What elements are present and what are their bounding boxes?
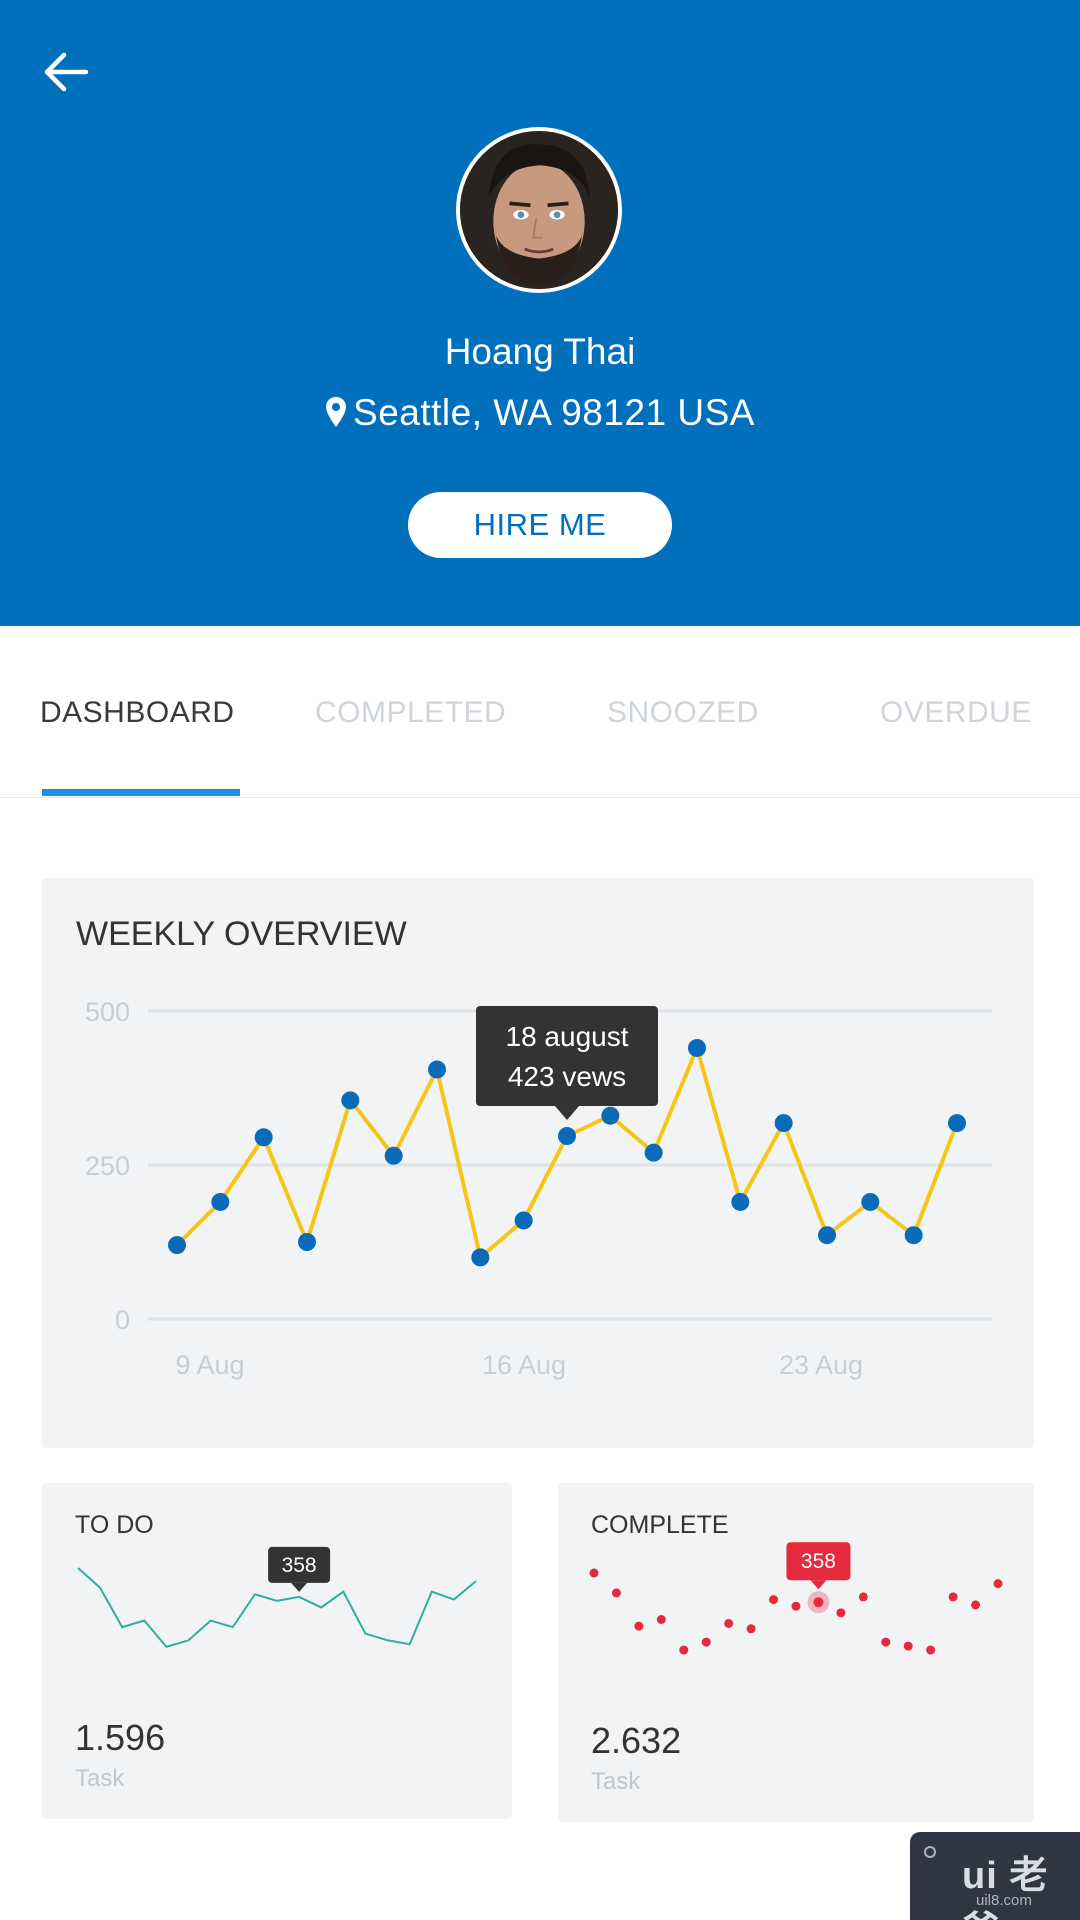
user-name: Hoang Thai [444, 331, 636, 372]
hire-me-button[interactable]: HIRE ME [408, 492, 672, 558]
data-point [514, 1211, 533, 1230]
data-point [428, 1060, 446, 1079]
x-tick-label: 16 Aug [482, 1350, 566, 1380]
tab-completed[interactable]: COMPLETED [315, 696, 506, 730]
data-point [774, 1114, 793, 1133]
tab-bar: DASHBOARD COMPLETED SNOOZED OVERDUE [0, 626, 1080, 798]
todo-tooltip-pointer [291, 1582, 308, 1592]
data-point [881, 1637, 891, 1647]
weekly-chart: 500 250 0 9 Aug 16 Aug 23 Aug 18 august 423 vew… [85, 997, 992, 1380]
todo-card: TO DO 358 1.596 Task [42, 1483, 512, 1819]
complete-tooltip-pointer [810, 1580, 827, 1590]
data-point-highlight [813, 1597, 824, 1608]
data-point [948, 1592, 958, 1602]
data-point [861, 1192, 880, 1211]
watermark-url: uil8.com [976, 1892, 1032, 1909]
complete-label: Task [591, 1768, 641, 1795]
data-point [656, 1615, 666, 1624]
data-point [858, 1592, 868, 1602]
data-point [903, 1641, 913, 1651]
data-point [254, 1128, 273, 1147]
data-point [746, 1624, 756, 1634]
y-tick-label: 250 [85, 1151, 130, 1181]
tooltip-pointer [555, 1106, 579, 1121]
x-tick-label: 9 Aug [175, 1350, 244, 1380]
tab-overdue[interactable]: OVERDUE [880, 696, 1032, 730]
complete-tooltip-value: 358 [801, 1550, 836, 1573]
complete-card: COMPLETE 358 2.632 Task [558, 1483, 1034, 1822]
data-point [769, 1595, 779, 1605]
data-point [168, 1236, 186, 1255]
user-location-text: Seattle, WA 98121 USA [353, 392, 755, 433]
user-location: Seattle, WA 98121 USA [0, 392, 1080, 434]
watermark-badge: ui 老爸 uil8.com [910, 1832, 1080, 1920]
avatar [456, 127, 622, 293]
complete-value: 2.632 [591, 1720, 682, 1761]
tooltip-value: 423 vews [508, 1061, 626, 1092]
data-point [948, 1114, 966, 1133]
data-point [589, 1568, 599, 1578]
data-point [818, 1226, 836, 1245]
weekly-overview-card: WEEKLY OVERVIEW 500 250 0 9 Aug 16 Aug 23 Aug… [42, 878, 1034, 1448]
data-point [634, 1621, 644, 1631]
data-point [601, 1106, 620, 1125]
profile-header: Hoang Thai Seattle, WA 98121 USA HIRE ME [0, 0, 1080, 626]
data-point [611, 1588, 621, 1598]
todo-label: Task [75, 1765, 125, 1792]
y-tick-label: 500 [85, 997, 130, 1027]
data-point [971, 1600, 981, 1610]
y-tick-label: 0 [115, 1305, 130, 1335]
data-point [993, 1579, 1003, 1589]
todo-tooltip-value: 358 [282, 1554, 317, 1577]
data-point [731, 1192, 750, 1211]
data-point [926, 1645, 936, 1655]
data-point [724, 1618, 734, 1628]
tooltip-date: 18 august [506, 1021, 629, 1052]
data-point [836, 1608, 846, 1618]
data-point [904, 1226, 923, 1245]
data-point [298, 1233, 316, 1251]
data-point [644, 1143, 663, 1162]
data-point [211, 1192, 230, 1211]
data-point [791, 1601, 801, 1611]
tab-dashboard[interactable]: DASHBOARD [40, 696, 235, 730]
data-point [679, 1645, 689, 1655]
todo-value: 1.596 [75, 1717, 166, 1758]
tab-snoozed[interactable]: SNOOZED [607, 696, 759, 730]
watermark-dot-icon [924, 1846, 936, 1858]
back-arrow-icon[interactable] [38, 40, 102, 104]
location-pin-icon [326, 397, 347, 427]
data-point [701, 1637, 711, 1647]
data-point [688, 1038, 706, 1057]
data-point [341, 1091, 360, 1110]
data-point [471, 1248, 490, 1267]
active-tab-indicator [42, 789, 240, 796]
data-point [384, 1146, 403, 1165]
data-point [558, 1127, 576, 1146]
x-tick-label: 23 Aug [779, 1350, 863, 1380]
